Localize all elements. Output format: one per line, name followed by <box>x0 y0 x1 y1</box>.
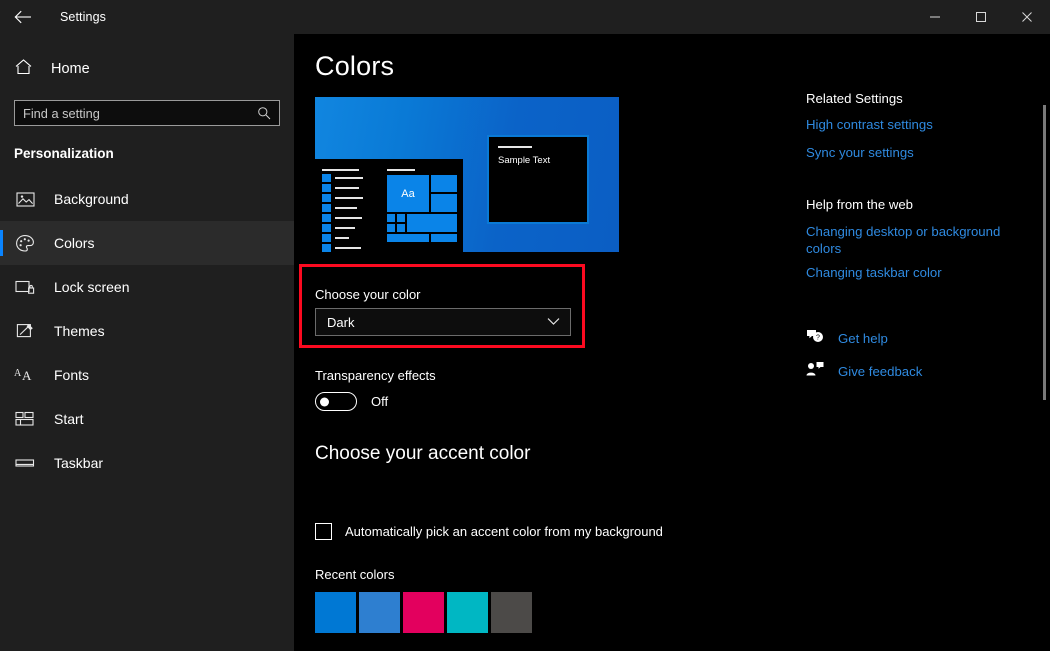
color-swatch[interactable] <box>403 592 444 633</box>
preview-tiles: Aa <box>387 169 457 249</box>
sidebar-item-lock-screen[interactable]: Lock screen <box>0 265 294 309</box>
svg-text:A: A <box>22 368 32 383</box>
auto-accent-row[interactable]: Automatically pick an accent color from … <box>315 523 663 540</box>
search-box[interactable] <box>14 100 280 126</box>
help-from-web-heading: Help from the web <box>806 197 1026 212</box>
taskbar-icon <box>14 452 36 474</box>
palette-icon <box>14 232 36 254</box>
auto-accent-checkbox[interactable] <box>315 523 332 540</box>
title-bar: Settings <box>0 0 1050 34</box>
home-icon <box>14 58 33 81</box>
choose-color-dropdown[interactable]: Dark <box>315 308 571 336</box>
minimize-icon <box>929 11 941 23</box>
color-swatch[interactable] <box>315 592 356 633</box>
window-controls <box>912 0 1050 34</box>
link-high-contrast-settings[interactable]: High contrast settings <box>806 117 1026 132</box>
link-changing-taskbar-color[interactable]: Changing taskbar color <box>806 265 1026 280</box>
choose-color-value: Dark <box>327 315 354 330</box>
sidebar-item-taskbar[interactable]: Taskbar <box>0 441 294 485</box>
transparency-toggle-row: Off <box>315 392 388 411</box>
recent-colors-label: Recent colors <box>315 567 394 582</box>
transparency-effects-label: Transparency effects <box>315 368 436 383</box>
sidebar-item-label: Taskbar <box>54 455 103 471</box>
sidebar-item-colors[interactable]: Colors <box>0 221 294 265</box>
maximize-icon <box>975 11 987 23</box>
back-arrow-icon <box>14 10 32 24</box>
sidebar-item-label: Colors <box>54 235 94 251</box>
sidebar-item-home[interactable]: Home <box>0 52 294 86</box>
sidebar-home-label: Home <box>51 61 90 77</box>
transparency-toggle-state: Off <box>371 394 388 409</box>
link-changing-desktop-colors[interactable]: Changing desktop or background colors <box>806 223 1014 257</box>
picture-icon <box>14 188 36 210</box>
sidebar-item-background[interactable]: Background <box>0 177 294 221</box>
color-swatch[interactable] <box>447 592 488 633</box>
content-scrollbar[interactable] <box>1043 105 1046 400</box>
sidebar-item-label: Fonts <box>54 367 89 383</box>
transparency-toggle[interactable] <box>315 392 357 411</box>
preview-start-menu-list <box>322 169 368 249</box>
sidebar: Home Personalization Background <box>0 34 294 651</box>
color-swatch[interactable] <box>359 592 400 633</box>
sidebar-item-label: Themes <box>54 323 105 339</box>
sidebar-nav-list: Background Colors <box>0 177 294 485</box>
get-help-row[interactable]: ? Get help <box>806 328 1026 349</box>
link-sync-your-settings[interactable]: Sync your settings <box>806 145 1026 160</box>
close-icon <box>1021 11 1033 23</box>
page-title: Colors <box>315 51 394 82</box>
related-settings-panel: Related Settings High contrast settings … <box>806 91 1026 382</box>
app-title: Settings <box>60 10 106 24</box>
themes-brush-icon <box>14 320 36 342</box>
give-feedback-row[interactable]: Give feedback <box>806 361 1026 382</box>
maximize-button[interactable] <box>958 0 1004 34</box>
related-settings-heading: Related Settings <box>806 91 1026 106</box>
accent-color-heading: Choose your accent color <box>315 443 530 465</box>
minimize-button[interactable] <box>912 0 958 34</box>
choose-color-label: Choose your color <box>315 287 421 302</box>
link-get-help[interactable]: Get help <box>838 331 888 346</box>
color-swatch[interactable] <box>491 592 532 633</box>
get-help-icon: ? <box>806 328 824 349</box>
sidebar-item-themes[interactable]: Themes <box>0 309 294 353</box>
fonts-aa-icon: A A <box>14 364 36 386</box>
toggle-knob <box>320 397 329 406</box>
search-icon <box>257 106 279 120</box>
sidebar-category-title: Personalization <box>14 146 294 161</box>
close-button[interactable] <box>1004 0 1050 34</box>
sidebar-item-label: Background <box>54 191 129 207</box>
preview-tile-text: Aa <box>401 188 414 200</box>
sidebar-item-label: Lock screen <box>54 279 129 295</box>
sidebar-item-start[interactable]: Start <box>0 397 294 441</box>
main-content: Colors Aa <box>294 34 1050 651</box>
chevron-down-icon <box>547 313 560 331</box>
search-input[interactable] <box>15 101 257 125</box>
svg-text:A: A <box>14 368 22 379</box>
preview-sample-text: Sample Text <box>498 155 587 166</box>
sidebar-item-fonts[interactable]: A A Fonts <box>0 353 294 397</box>
color-preview: Aa Sample Text <box>315 97 619 252</box>
link-give-feedback[interactable]: Give feedback <box>838 364 922 379</box>
recent-colors-swatches <box>315 592 532 633</box>
preview-window-titlebar <box>498 146 532 148</box>
auto-accent-label: Automatically pick an accent color from … <box>345 524 663 539</box>
back-button[interactable] <box>0 0 46 34</box>
sidebar-item-label: Start <box>54 411 84 427</box>
svg-text:?: ? <box>816 335 820 342</box>
lock-screen-icon <box>14 276 36 298</box>
start-tiles-icon <box>14 408 36 430</box>
give-feedback-icon <box>806 361 824 382</box>
preview-sample-window: Sample Text <box>487 135 589 224</box>
